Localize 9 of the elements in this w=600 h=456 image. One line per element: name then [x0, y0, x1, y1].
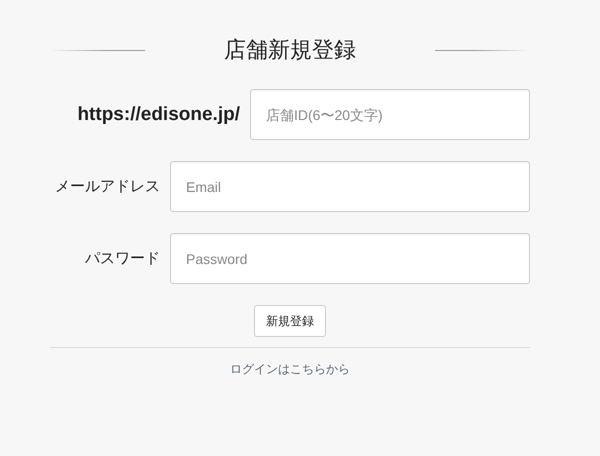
input-field[interactable]: Password: [170, 233, 530, 284]
field-label: https://edisone.jp/: [76, 104, 240, 126]
field-label: メールアドレス: [54, 177, 160, 196]
page-title: 店舗新規登録: [224, 36, 356, 64]
input-field[interactable]: Email: [170, 161, 530, 212]
field-label: パスワード: [84, 249, 160, 268]
register-button[interactable]: 新規登録: [254, 305, 326, 337]
login-link[interactable]: ログインはこちらから: [230, 362, 350, 376]
input-field[interactable]: 店舗ID(6〜20文字): [250, 89, 530, 140]
